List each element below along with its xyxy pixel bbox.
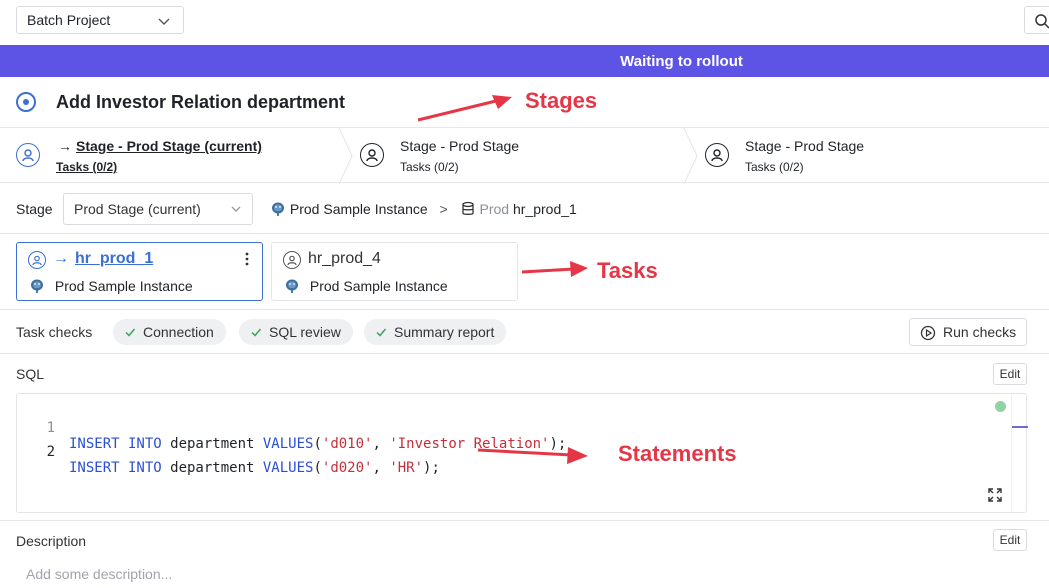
stage-label: Stage — [16, 201, 53, 217]
stage-tasks-count: Tasks (0/2) — [56, 160, 118, 174]
postgres-icon — [31, 279, 43, 293]
issue-title: Add Investor Relation department — [56, 92, 346, 112]
banner-text: Waiting to rollout — [620, 52, 743, 70]
top-bar: Batch Project — [0, 0, 1049, 44]
run-checks-label: Run checks — [943, 324, 1017, 340]
stage-item-2[interactable]: Stage - Prod Stage Tasks (0/2) — [356, 128, 686, 183]
breadcrumb-db-name[interactable]: hr_prod_1 — [513, 201, 577, 217]
project-select[interactable]: Batch Project — [16, 6, 184, 34]
chevron-down-icon — [158, 18, 170, 25]
stage-selector-row: Stage Prod Stage (current) Prod Sample I… — [0, 184, 1049, 234]
play-circle-icon — [920, 325, 936, 341]
issue-status-icon — [16, 92, 36, 112]
status-dot-icon — [995, 401, 1006, 412]
run-checks-button[interactable]: Run checks — [909, 318, 1027, 346]
user-circle-icon — [16, 143, 40, 167]
task-name: hr_prod_4 — [308, 250, 381, 267]
postgres-icon — [286, 279, 298, 293]
annotation-arrow-tasks — [521, 261, 588, 277]
description-label: Description — [16, 533, 87, 549]
stage-divider-icon — [683, 128, 698, 184]
stage-divider-icon — [338, 128, 353, 184]
task-instance: Prod Sample Instance — [284, 278, 448, 294]
annotation-statements: Statements — [618, 441, 737, 466]
project-select-label: Batch Project — [27, 12, 111, 28]
user-circle-icon — [283, 251, 301, 269]
arrow-right-icon: → — [58, 138, 72, 154]
description-placeholder[interactable]: Add some description... — [26, 566, 172, 582]
editor-scrollbar[interactable] — [1011, 394, 1028, 512]
task-card-hr-prod-4[interactable]: hr_prod_4 Prod Sample Instance — [271, 242, 518, 301]
stage-item-current[interactable]: → Stage - Prod Stage (current) Tasks (0/2… — [0, 128, 340, 183]
user-circle-icon — [28, 251, 46, 269]
expand-icon[interactable] — [987, 487, 1003, 503]
stage-select-value: Prod Stage (current) — [74, 201, 201, 217]
section-divider — [0, 520, 1049, 521]
postgres-icon — [272, 202, 284, 216]
user-circle-icon — [360, 143, 384, 167]
code-line: 1 INSERT INTO department VALUES('d010', … — [17, 404, 567, 452]
stage-tasks-count: Tasks (0/2) — [400, 160, 459, 174]
chevron-down-icon — [231, 206, 241, 212]
sql-edit-button[interactable]: Edit — [993, 363, 1027, 385]
task-checks-row: Task checks Connection SQL review Summar… — [0, 309, 1049, 354]
stage-item-3[interactable]: Stage - Prod Stage Tasks (0/2) — [701, 128, 1041, 183]
task-instance: Prod Sample Instance — [29, 278, 193, 294]
more-vertical-icon[interactable] — [242, 251, 252, 267]
annotation-stages: Stages — [525, 88, 598, 113]
check-chip-connection[interactable]: Connection — [113, 319, 226, 345]
check-icon — [376, 328, 387, 337]
check-chip-sql-review[interactable]: SQL review — [239, 319, 353, 345]
code-line: 2 INSERT INTO department VALUES('d020', … — [17, 428, 440, 476]
rollout-status-banner: Waiting to rollout — [0, 45, 1049, 77]
check-chip-summary-report[interactable]: Summary report — [364, 319, 507, 345]
task-card-hr-prod-1[interactable]: → hr_prod_1 Prod Sample Instance — [16, 242, 263, 301]
stage-name: Stage - Prod Stage — [400, 138, 520, 154]
user-circle-icon — [705, 143, 729, 167]
search-icon — [1035, 14, 1049, 29]
search-button[interactable] — [1024, 6, 1049, 34]
stage-name: → Stage - Prod Stage (current) — [58, 138, 262, 154]
breadcrumb: Prod Sample Instance > Prod hr_prod_1 — [270, 201, 577, 217]
check-icon — [125, 328, 136, 337]
database-icon — [461, 201, 474, 215]
sql-label: SQL — [16, 366, 45, 382]
stage-name: Stage - Prod Stage — [745, 138, 865, 154]
stages-bar: → Stage - Prod Stage (current) Tasks (0/2… — [0, 127, 1049, 184]
breadcrumb-db-env: Prod — [479, 201, 510, 217]
task-name: → hr_prod_1 — [53, 250, 154, 267]
arrow-right-icon: → — [53, 250, 69, 267]
stage-tasks-count: Tasks (0/2) — [745, 160, 804, 174]
annotation-tasks: Tasks — [597, 258, 658, 283]
stage-select[interactable]: Prod Stage (current) — [63, 193, 253, 225]
code-text: INSERT INTO department VALUES('d020', 'H… — [69, 460, 440, 476]
line-number: 2 — [46, 444, 55, 460]
task-checks-label: Task checks — [16, 324, 93, 340]
breadcrumb-separator: > — [439, 201, 448, 217]
description-edit-button[interactable]: Edit — [993, 529, 1027, 551]
breadcrumb-instance[interactable]: Prod Sample Instance — [290, 201, 428, 217]
annotation-arrow-stages — [417, 95, 512, 122]
check-icon — [251, 328, 262, 337]
annotation-arrow-statements — [477, 447, 588, 464]
